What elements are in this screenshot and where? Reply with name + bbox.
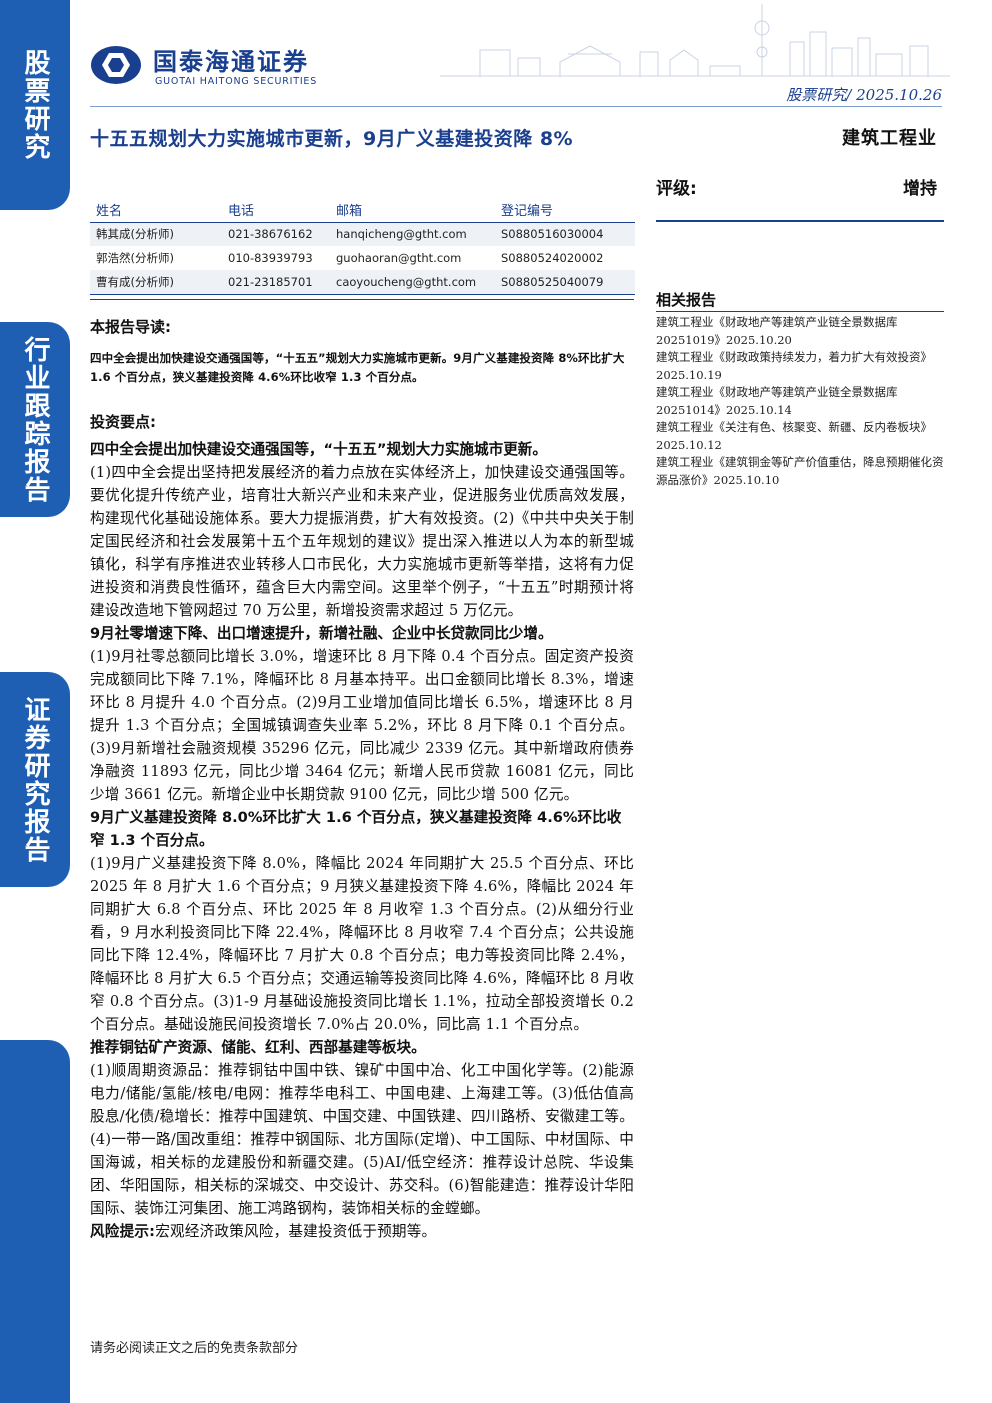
analyst-phone: 021-38676162 [222, 222, 330, 246]
rating-divider [656, 220, 944, 222]
related-reports-title: 相关报告 [656, 291, 717, 309]
analyst-reg-no: S0880516030004 [495, 222, 635, 246]
analyst-email[interactable]: hanqicheng@gtht.com [330, 222, 495, 246]
rating-value: 增持 [903, 179, 937, 199]
rating-label: 评级: [656, 179, 697, 199]
guide-text: 四中全会提出加快建设交通强国等，“十五五”规划大力实施城市更新。9月广义基建投资… [90, 351, 625, 384]
point-3-body: (1)9月广义基建投资下降 8.0%，降幅比 2024 年同期扩大 25.5 个… [90, 855, 634, 1033]
related-reports-divider [656, 311, 944, 312]
point-2-heading: 9月社零增速下降、出口增速提升，新增社融、企业中长贷款同比少增。 [90, 625, 553, 642]
point-4-body: (1)顺周期资源品：推荐铜钴中国中铁、镍矿中国中冶、化工中国化学等。(2)能源电… [90, 1062, 634, 1217]
risk-body: 宏观经济政策风险，基建投资低于预期等。 [155, 1223, 437, 1240]
analyst-table-header: 姓名 电话 邮箱 登记编号 [90, 196, 635, 223]
analyst-name: 韩其成(分析师) [90, 222, 222, 246]
side-tab-label: 行业跟踪报告 [20, 335, 50, 504]
table-row: 韩其成(分析师) 021-38676162 hanqicheng@gtht.co… [90, 222, 635, 246]
analyst-name: 曹有成(分析师) [90, 270, 222, 295]
company-logo-icon [91, 46, 141, 84]
table-row: 曹有成(分析师) 021-23185701 caoyoucheng@gtht.c… [90, 270, 635, 295]
col-phone: 电话 [222, 196, 330, 223]
side-tab-securities-report: 证券研究报告 [0, 672, 70, 887]
header-divider [90, 106, 942, 107]
analyst-reg-no: S0880525040079 [495, 270, 635, 295]
analyst-name: 郭浩然(分析师) [96, 251, 174, 265]
point-4-heading: 推荐铜钴矿产资源、储能、红利、西部基建等板块。 [90, 1039, 426, 1056]
analyst-phone: 010-83939793 [228, 251, 313, 265]
industry-name: 建筑工程业 [842, 128, 937, 149]
analyst-phone: 021-23185701 [222, 270, 330, 295]
table-row: 郭浩然(分析师) 010-83939793 guohaoran@gtht.com… [90, 246, 635, 270]
side-tab-label: 股票研究 [20, 49, 50, 161]
point-1-body: (1)四中全会提出坚持把发展经济的着力点放在实体经济上，加快建设交通强国等。要优… [90, 464, 634, 619]
point-3-heading: 9月广义基建投资降 8.0%环比扩大 1.6 个百分点，狭义基建投资降 4.6%… [90, 809, 622, 849]
side-tab-label: 证券研究报告 [20, 695, 50, 864]
related-report-item[interactable]: 建筑工程业《关注有色、核聚变、新疆、反内卷板块》2025.10.12 [656, 419, 944, 454]
point-1-heading: 四中全会提出加快建设交通强国等，“十五五”规划大力实施城市更新。 [90, 441, 547, 458]
col-email: 邮箱 [330, 196, 495, 223]
side-tab-stock-research: 股票研究 [0, 0, 70, 210]
analyst-table: 姓名 电话 邮箱 登记编号 韩其成(分析师) 021-38676162 hanq… [90, 196, 635, 295]
risk-warning: 风险提示:宏观经济政策风险，基建投资低于预期等。 [90, 1220, 634, 1243]
report-type-date: 股票研究/ 2025.10.26 [786, 86, 942, 104]
analyst-email[interactable]: guohaoran@gtht.com [330, 246, 495, 270]
col-name: 姓名 [90, 196, 222, 223]
risk-heading: 风险提示: [90, 1223, 156, 1240]
col-reg-no: 登记编号 [495, 196, 635, 223]
related-report-item[interactable]: 建筑工程业《财政政策持续发力，着力扩大有效投资》2025.10.19 [656, 349, 944, 384]
side-tab-industry-tracking: 行业跟踪报告 [0, 322, 70, 517]
report-title: 十五五规划大力实施城市更新，9月广义基建投资降 8% [90, 128, 574, 150]
related-report-item[interactable]: 建筑工程业《建筑铜金等矿产价值重估，降息预期催化资源品涨价》2025.10.10 [656, 454, 944, 489]
key-points-heading: 投资要点: [90, 413, 156, 431]
brand-name-en: GUOTAI HAITONG SECURITIES [155, 76, 318, 87]
related-reports-list: 建筑工程业《财政地产等建筑产业链全景数据库 20251019》2025.10.2… [656, 314, 944, 489]
brand-name-cn: 国泰海通证券 [153, 48, 309, 76]
report-body: 本报告导读: 四中全会提出加快建设交通强国等，“十五五”规划大力实施城市更新。9… [90, 312, 634, 1243]
disclaimer-note: 请务必阅读正文之后的免责条款部分 [90, 1341, 299, 1356]
point-2-body: (1)9月社零总额同比增长 3.0%，增速环比 8 月下降 0.4 个百分点。固… [90, 648, 634, 803]
content-divider [90, 299, 634, 300]
guide-heading: 本报告导读: [90, 318, 171, 336]
side-tab-bottom [0, 1040, 70, 1403]
analyst-email[interactable]: caoyoucheng@gtht.com [330, 270, 495, 295]
related-report-item[interactable]: 建筑工程业《财政地产等建筑产业链全景数据库 20251019》2025.10.2… [656, 314, 944, 349]
related-report-item[interactable]: 建筑工程业《财政地产等建筑产业链全景数据库 20251014》2025.10.1… [656, 384, 944, 419]
analyst-reg-no: S0880524020002 [501, 251, 604, 265]
